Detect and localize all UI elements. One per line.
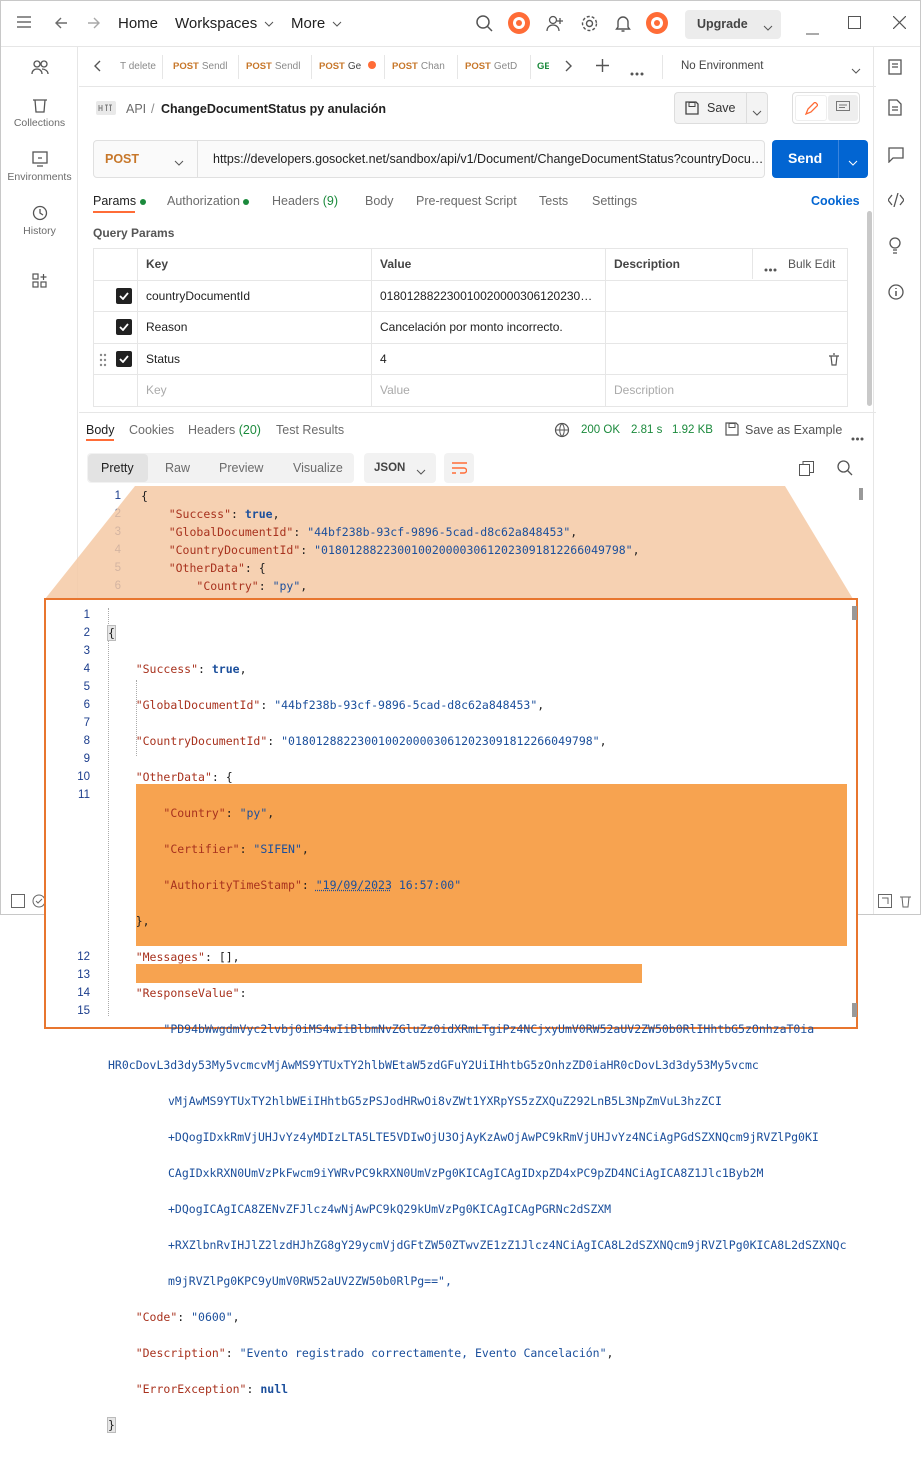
line-number: 6 [83, 699, 90, 711]
json-value: true [244, 507, 273, 521]
json-value: "018012882230010020000306120230918122660… [281, 734, 600, 748]
json-value: "py" [239, 806, 268, 820]
line-number: 2 [83, 627, 90, 639]
line-number: 12 [77, 951, 90, 963]
json-value: "44bf238b-93cf-9896-5cad-d8c62a848453" [274, 698, 538, 712]
json-key: "AuthorityTimeStamp" [163, 878, 302, 892]
editor-scrollbar[interactable] [859, 488, 863, 500]
callout-scrollbar-top[interactable] [852, 606, 857, 620]
line-number: 11 [78, 789, 90, 801]
json-key: "Success" [135, 662, 199, 676]
json-key: "OtherData" [168, 561, 245, 575]
response-value-line: "PD94bWwgdmVyc2lvbj0iMS4wIiBlbmNvZGluZz0… [163, 1022, 815, 1036]
json-key: "GlobalDocumentId" [135, 698, 261, 712]
brace-open: { [107, 625, 116, 641]
line-number: 1 [83, 609, 90, 621]
code-preview: { "Success": true, "GlobalDocumentId": "… [141, 489, 640, 593]
json-key: "Success" [168, 507, 232, 521]
json-key: "ErrorException" [135, 1382, 247, 1396]
json-key: "ResponseValue" [135, 986, 240, 1000]
response-value-line: HR0cDovL3d3dy53My5vcmcvMjAwMS9YTUxTY2hlb… [108, 1058, 759, 1072]
json-key: "CountryDocumentId" [135, 734, 268, 748]
json-response-code[interactable]: { "Success": true, "GlobalDocumentId": "… [107, 606, 847, 1470]
zoomed-response-callout: 1 2 3 4 5 6 7 8 9 10 11 12 13 14 15 { "S… [44, 598, 858, 1433]
line-numbers: 1 2 3 4 5 6 7 8 9 10 11 12 13 14 15 [66, 606, 90, 1020]
json-key: "Country" [163, 806, 226, 820]
json-value: [] [218, 950, 233, 964]
json-key: "Certifier" [163, 842, 240, 856]
json-value-date[interactable]: "19/09/2023 [316, 878, 392, 892]
json-value-time: 16:57:00" [391, 878, 462, 892]
json-value: "018012882230010020000306120230918122660… [314, 543, 633, 557]
json-value: "Evento registrado correctamente, Evento… [239, 1346, 607, 1360]
json-value: true [211, 662, 240, 676]
json-value: "py" [272, 579, 301, 593]
brace-close: } [107, 1417, 116, 1433]
json-key: "Description" [135, 1346, 226, 1360]
json-value: "0600" [191, 1310, 233, 1324]
json-key: "Messages" [135, 950, 205, 964]
line-number: 13 [77, 969, 90, 981]
json-key: "Country" [196, 579, 259, 593]
line-number: 10 [77, 771, 90, 783]
response-value-line: +DQogIDxkRmVjUHJvYz4yMDIzLTA5LTE5VDIwOjU… [168, 1130, 819, 1144]
line-number: 4 [83, 663, 90, 675]
json-value: "SIFEN" [253, 842, 302, 856]
line-number: 3 [83, 645, 90, 657]
json-key: "GlobalDocumentId" [168, 525, 294, 539]
response-value-line: vMjAwMS9YTUxTY2hlbWEiIHhtbG5zPSJodHRwOi8… [168, 1094, 722, 1108]
callout-scrollbar-bottom[interactable] [852, 1003, 857, 1017]
json-value: "44bf238b-93cf-9896-5cad-d8c62a848453" [307, 525, 571, 539]
json-key: "Code" [135, 1310, 178, 1324]
line-number: 9 [83, 753, 90, 765]
response-value-line: +RXZlbnRvIHJlZ2lzdHJhZG8gY29ycmVjdGFtZW5… [168, 1238, 847, 1252]
line-number: 5 [83, 681, 90, 693]
line-number: 7 [83, 717, 90, 729]
response-value-line: +DQogICAgICA8ZENvZFJlcz4wNjAwPC9kQ29kUmV… [168, 1202, 612, 1216]
json-key: "OtherData" [135, 770, 212, 784]
response-value-line: CAgIDxkRXN0UmVzPkFwcm9iYWRvPC9kRXN0UmVzP… [168, 1166, 764, 1180]
line-number-spacer [66, 804, 90, 948]
line-number: 14 [77, 987, 90, 999]
json-key: "CountryDocumentId" [168, 543, 301, 557]
response-value-line: m9jRVZlPg0KPC9yUmV0RW52aUV2ZW50b0RlPg=="… [168, 1274, 452, 1288]
line-number: 8 [83, 735, 90, 747]
line-number: 15 [77, 1005, 90, 1017]
json-value: null [260, 1382, 289, 1396]
